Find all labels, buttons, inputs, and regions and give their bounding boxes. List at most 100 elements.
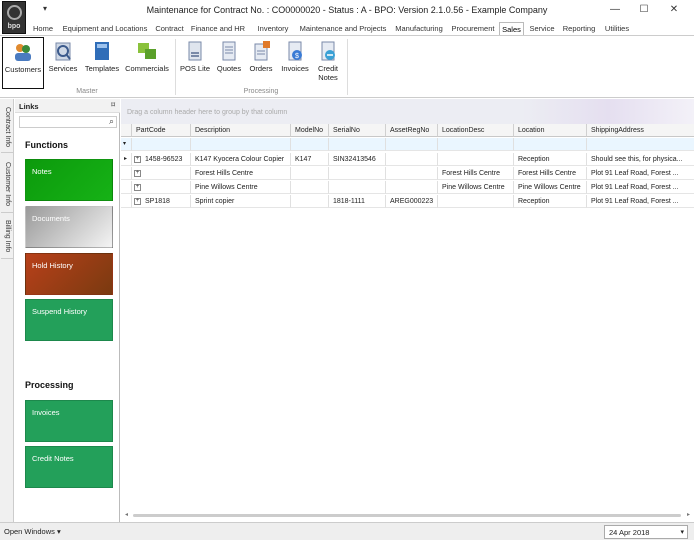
templates-button[interactable]: Templates [82, 37, 122, 89]
filter-cell[interactable] [438, 138, 514, 151]
suspend-history-tile[interactable]: Suspend History [25, 299, 113, 341]
cell-locationdesc: Pine Willows Centre [438, 181, 514, 194]
credit-notes-icon [318, 40, 338, 62]
date-value: 24 Apr 2018 [609, 528, 650, 537]
horizontal-scrollbar[interactable]: ◂ ▸ [125, 511, 690, 519]
cell-description: Forest Hills Centre [191, 167, 291, 180]
processing-section-title: Processing [25, 380, 74, 390]
side-tab-billing-info[interactable]: Billing Info [1, 215, 13, 259]
table-row[interactable]: + SP1818 Sprint copier 1818-1111 AREG000… [121, 195, 694, 209]
cell-assetregno [386, 153, 438, 166]
column-header-partcode[interactable]: PartCode [132, 124, 191, 137]
filter-cell[interactable] [514, 138, 587, 151]
column-header-locationdesc[interactable]: LocationDesc [438, 124, 514, 137]
tab-contract[interactable]: Contract [152, 22, 187, 36]
column-header-location[interactable]: Location [514, 124, 587, 137]
services-icon [53, 40, 73, 62]
cell-partcode: SP1818 [132, 195, 191, 208]
templates-icon [92, 40, 112, 62]
table-row[interactable]: ▸ + 1458-96523 K147 Kyocera Colour Copie… [121, 153, 694, 167]
cell-partcode: 1458-96523 [132, 153, 191, 166]
filter-cell[interactable] [291, 138, 329, 151]
app-logo[interactable]: bpo [2, 1, 26, 34]
cell-serialno [329, 181, 386, 194]
links-panel: Links ⌑ ⌕ Functions Notes Documents Hold… [15, 99, 120, 522]
equipment-grid: Drag a column header here to group by th… [121, 99, 694, 522]
invoices-tile[interactable]: Invoices [25, 400, 113, 442]
column-header-assetregno[interactable]: AssetRegNo [386, 124, 438, 137]
search-icon[interactable]: ⌕ [109, 116, 114, 127]
cell-description: Pine Willows Centre [191, 181, 291, 194]
open-windows-button[interactable]: Open Windows ▾ [4, 527, 61, 536]
hold-history-tile[interactable]: Hold History [25, 253, 113, 295]
tab-service[interactable]: Service [527, 22, 557, 36]
column-header-modelno[interactable]: ModelNo [291, 124, 329, 137]
row-indicator [121, 167, 132, 180]
services-button[interactable]: Services [46, 37, 80, 89]
cell-modelno: K147 [291, 153, 329, 166]
cell-serialno: 1818-1111 [329, 195, 386, 208]
side-tab-customer-info[interactable]: Customer Info [1, 155, 13, 213]
pin-icon[interactable]: ⌑ [111, 101, 115, 109]
svg-text:$: $ [295, 53, 299, 60]
cell-locationdesc [438, 153, 514, 166]
cell-serialno: SIN32413546 [329, 153, 386, 166]
table-row[interactable]: + Pine Willows Centre Pine Willows Centr… [121, 181, 694, 195]
filter-cell[interactable] [386, 138, 438, 151]
column-header-serialno[interactable]: SerialNo [329, 124, 386, 137]
tab-reporting[interactable]: Reporting [560, 22, 598, 36]
commercials-button[interactable]: Commercials [124, 37, 170, 89]
filter-cell[interactable] [191, 138, 291, 151]
invoices-button[interactable]: $ Invoices [278, 37, 312, 89]
cell-location: Pine Willows Centre [514, 181, 587, 194]
date-picker[interactable]: 24 Apr 2018 ▾ [604, 525, 688, 539]
side-tab-contract-info[interactable]: Contract Info [1, 103, 13, 153]
customers-icon [13, 41, 33, 63]
table-row[interactable]: + Forest Hills Centre Forest Hills Centr… [121, 167, 694, 181]
filter-cell[interactable] [132, 138, 191, 151]
cell-locationdesc [438, 195, 514, 208]
quotes-button[interactable]: Quotes [214, 37, 244, 89]
filter-icon[interactable]: ▾ [121, 138, 132, 151]
tab-utilities[interactable]: Utilities [602, 22, 632, 36]
cell-shippingaddress: Plot 91 Leaf Road, Forest ... [587, 181, 694, 194]
customers-button[interactable]: Customers [2, 37, 44, 89]
pos-lite-button[interactable]: POS Lite [178, 37, 212, 89]
minimize-button[interactable]: — [601, 2, 629, 18]
group-by-panel[interactable]: Drag a column header here to group by th… [121, 99, 694, 124]
column-header-description[interactable]: Description [191, 124, 291, 137]
tab-maintenance-and-projects[interactable]: Maintenance and Projects [297, 22, 389, 36]
notes-tile[interactable]: Notes [25, 159, 113, 201]
scroll-right-icon[interactable]: ▸ [687, 511, 690, 518]
cell-shippingaddress: Plot 91 Leaf Road, Forest ... [587, 195, 694, 208]
filter-cell[interactable] [587, 138, 694, 151]
orders-button[interactable]: Orders [246, 37, 276, 89]
credit-notes-button[interactable]: Credit Notes [314, 37, 342, 89]
filter-cell[interactable] [329, 138, 386, 151]
commercials-icon [137, 40, 157, 62]
links-search-input[interactable]: ⌕ [19, 116, 117, 128]
tab-manufacturing[interactable]: Manufacturing [391, 22, 447, 36]
cell-serialno [329, 167, 386, 180]
cell-assetregno: AREG000223 [386, 195, 438, 208]
cell-partcode [132, 167, 191, 180]
tab-finance-and-hr[interactable]: Finance and HR [190, 22, 246, 36]
cell-location: Forest Hills Centre [514, 167, 587, 180]
cell-description: K147 Kyocera Colour Copier [191, 153, 291, 166]
calendar-dropdown-icon[interactable]: ▾ [680, 528, 684, 536]
quick-access-dropdown[interactable]: ▾ [43, 4, 47, 13]
orders-icon [251, 40, 271, 62]
scrollbar-thumb[interactable] [133, 514, 681, 517]
scroll-left-icon[interactable]: ◂ [125, 511, 128, 518]
close-button[interactable]: ✕ [660, 2, 688, 18]
tab-sales[interactable]: Sales [499, 22, 524, 36]
credit-notes-tile[interactable]: Credit Notes [25, 446, 113, 488]
tab-procurement[interactable]: Procurement [449, 22, 497, 36]
group-divider [175, 39, 176, 95]
maximize-button[interactable]: ☐ [630, 2, 658, 18]
tab-equipment-and-locations[interactable]: Equipment and Locations [60, 22, 150, 36]
documents-tile[interactable]: Documents [25, 206, 113, 248]
tab-inventory[interactable]: Inventory [250, 22, 296, 36]
tab-home[interactable]: Home [30, 22, 56, 36]
column-header-shippingaddress[interactable]: ShippingAddress [587, 124, 694, 137]
